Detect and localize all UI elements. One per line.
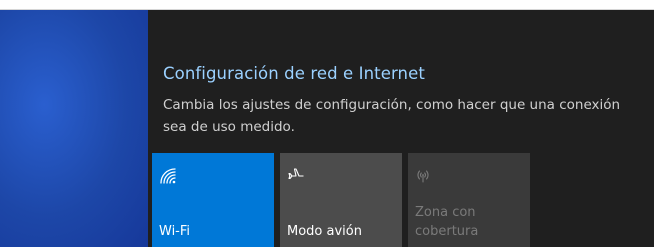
desktop: Configuración de red e Internet Cambia l… <box>0 0 654 247</box>
wifi-icon <box>160 168 176 184</box>
network-settings-link[interactable]: Configuración de red e Internet <box>163 64 425 83</box>
wifi-tile[interactable]: Wi-Fi <box>152 153 274 247</box>
top-window-edge <box>0 0 654 10</box>
mobile-hotspot-label: Zona con cobertura <box>415 205 479 239</box>
airplane-icon <box>288 168 304 180</box>
network-flyout: Configuración de red e Internet Cambia l… <box>148 10 654 247</box>
airplane-mode-label: Modo avión <box>287 224 362 239</box>
wifi-label: Wi-Fi <box>159 224 191 239</box>
network-settings-description: Cambia los ajustes de configuración, com… <box>163 97 621 135</box>
hotspot-icon <box>417 170 429 183</box>
desktop-wallpaper <box>0 10 148 247</box>
airplane-mode-tile[interactable]: Modo avión <box>280 153 402 247</box>
mobile-hotspot-tile[interactable]: Zona con cobertura <box>408 153 530 247</box>
